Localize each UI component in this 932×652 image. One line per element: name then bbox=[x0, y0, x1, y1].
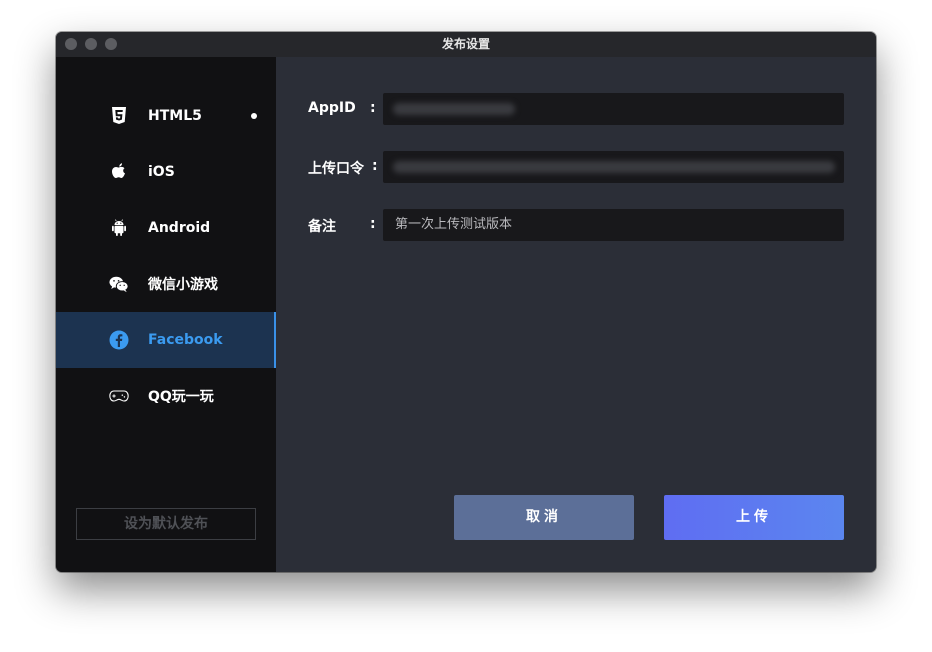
sidebar-item-label: 微信小游戏 bbox=[148, 277, 218, 293]
sidebar-item-facebook[interactable]: Facebook bbox=[56, 312, 276, 368]
facebook-icon bbox=[109, 330, 129, 350]
sidebar-item-html5[interactable]: HTML5 bbox=[56, 88, 276, 144]
sidebar-item-label: Facebook bbox=[148, 332, 223, 348]
appid-colon: : bbox=[370, 100, 376, 116]
title-bar: 发布设置 bbox=[56, 32, 876, 58]
note-label: 备注 bbox=[308, 219, 336, 235]
upload-token-input[interactable] bbox=[383, 151, 844, 183]
note-colon: : bbox=[370, 216, 376, 232]
sidebar-item-wechat-minigame[interactable]: 微信小游戏 bbox=[56, 256, 276, 312]
upload-token-colon: : bbox=[372, 158, 378, 174]
set-default-publish-button[interactable]: 设为默认发布 bbox=[76, 508, 256, 540]
sidebar-item-label: Android bbox=[148, 220, 211, 236]
cancel-button[interactable]: 取消 bbox=[454, 495, 634, 540]
note-value: 第一次上传测试版本 bbox=[395, 217, 513, 232]
sidebar-item-label: HTML5 bbox=[148, 108, 202, 124]
html5-icon bbox=[109, 106, 129, 126]
redacted-value bbox=[393, 161, 835, 173]
sidebar-item-qq-play[interactable]: QQ玩一玩 bbox=[56, 368, 276, 424]
status-dot bbox=[251, 113, 257, 119]
sidebar-item-label: iOS bbox=[148, 164, 175, 180]
publish-settings-window: 发布设置 HTML5 iOS Android 微信小游戏 Facebook QQ… bbox=[56, 32, 876, 572]
wechat-icon bbox=[109, 274, 129, 294]
apple-icon bbox=[109, 162, 129, 182]
window-title: 发布设置 bbox=[441, 37, 490, 51]
publish-form: AppID : 上传口令 : 备注 : 第一次上传测试版本 取消 上传 bbox=[276, 57, 876, 572]
redacted-value bbox=[393, 103, 515, 115]
android-icon bbox=[109, 218, 129, 238]
upload-button[interactable]: 上传 bbox=[664, 495, 844, 540]
upload-token-label: 上传口令 bbox=[308, 161, 364, 177]
appid-input[interactable] bbox=[383, 93, 844, 125]
appid-label: AppID bbox=[308, 100, 356, 116]
sidebar-item-android[interactable]: Android bbox=[56, 200, 276, 256]
note-input[interactable]: 第一次上传测试版本 bbox=[383, 209, 844, 241]
gamepad-icon bbox=[109, 386, 129, 406]
sidebar-item-ios[interactable]: iOS bbox=[56, 144, 276, 200]
platform-sidebar: HTML5 iOS Android 微信小游戏 Facebook QQ玩一玩 设… bbox=[56, 57, 276, 572]
sidebar-item-label: QQ玩一玩 bbox=[148, 389, 214, 405]
